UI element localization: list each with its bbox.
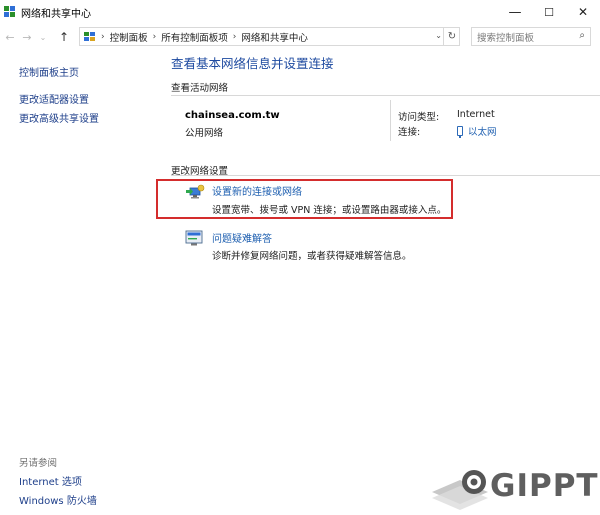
breadcrumb-separator: ›: [152, 31, 157, 42]
connection-link[interactable]: 以太网: [457, 124, 497, 138]
breadcrumb[interactable]: › 控制面板 › 所有控制面板项 › 网络和共享中心 ⌄ ↻: [79, 27, 460, 46]
setup-connection-description: 设置宽带、拨号或 VPN 连接；或设置路由器或接入点。: [212, 205, 447, 216]
refresh-icon[interactable]: ↻: [443, 27, 460, 46]
network-name: chainsea.com.tw: [185, 110, 280, 121]
main-content: 查看基本网络信息并设置连接 查看活动网络 chainsea.com.tw 公用网…: [152, 50, 600, 515]
breadcrumb-separator: ›: [232, 31, 237, 42]
back-button[interactable]: ←: [3, 31, 17, 44]
connection-label: 连接:: [398, 127, 421, 138]
troubleshoot-link[interactable]: 问题疑难解答: [212, 230, 272, 245]
title-bar: 网络和共享中心 — ☐ ✕: [0, 0, 600, 24]
recent-locations-dropdown[interactable]: ⌄: [36, 33, 50, 42]
sidebar-item-windows-firewall[interactable]: Windows 防火墙: [19, 492, 97, 507]
breadcrumb-separator: ›: [101, 31, 105, 42]
ethernet-icon: [457, 126, 463, 138]
access-type-label: 访问类型:: [398, 112, 440, 123]
search-placeholder: 搜索控制面板: [477, 32, 535, 44]
page-title: 查看基本网络信息并设置连接: [171, 56, 334, 71]
minimize-button[interactable]: —: [498, 0, 532, 24]
section-divider: [171, 175, 600, 176]
vertical-divider: [390, 100, 391, 141]
maximize-button[interactable]: ☐: [532, 0, 566, 24]
sidebar-item-internet-options[interactable]: Internet 选项: [19, 473, 82, 488]
section-divider: [171, 95, 600, 96]
sidebar-item-adapter-settings[interactable]: 更改适配器设置: [19, 91, 89, 106]
search-input[interactable]: 搜索控制面板 ⌕: [471, 27, 591, 46]
close-button[interactable]: ✕: [566, 0, 600, 24]
watermark-logo: GIPPT: [430, 466, 600, 512]
access-type-value: Internet: [457, 109, 495, 120]
network-type: 公用网络: [185, 128, 224, 139]
troubleshoot-icon: [185, 230, 203, 246]
setup-connection-link[interactable]: 设置新的连接或网络: [212, 183, 302, 198]
connection-value: 以太网: [468, 127, 497, 138]
search-icon[interactable]: ⌕: [579, 30, 585, 41]
control-panel-icon: [84, 31, 96, 42]
address-dropdown-icon[interactable]: ⌄: [435, 31, 442, 40]
watermark-text: GIPPT: [490, 468, 599, 504]
forward-button[interactable]: →: [20, 31, 34, 44]
active-networks-heading: 查看活动网络: [171, 83, 229, 94]
sidebar-item-advanced-sharing[interactable]: 更改高级共享设置: [19, 110, 99, 125]
window-title: 网络和共享中心: [21, 8, 91, 20]
sidebar-item-control-panel-home[interactable]: 控制面板主页: [19, 64, 79, 79]
network-setup-icon: [185, 184, 205, 200]
up-button[interactable]: ↑: [57, 30, 71, 44]
network-center-icon: [4, 6, 16, 18]
breadcrumb-all-items[interactable]: 所有控制面板项: [161, 30, 228, 44]
address-bar: ← → ⌄ ↑ › 控制面板 › 所有控制面板项 › 网络和共享中心 ⌄ ↻ 搜…: [0, 26, 600, 48]
breadcrumb-network-center[interactable]: 网络和共享中心: [241, 30, 308, 44]
breadcrumb-control-panel[interactable]: 控制面板: [110, 30, 148, 44]
troubleshoot-description: 诊断并修复网络问题，或者获得疑难解答信息。: [212, 251, 412, 262]
see-also-heading: 另请参阅: [19, 458, 58, 469]
left-pane: 控制面板主页 更改适配器设置 更改高级共享设置 另请参阅 Internet 选项…: [0, 50, 152, 515]
